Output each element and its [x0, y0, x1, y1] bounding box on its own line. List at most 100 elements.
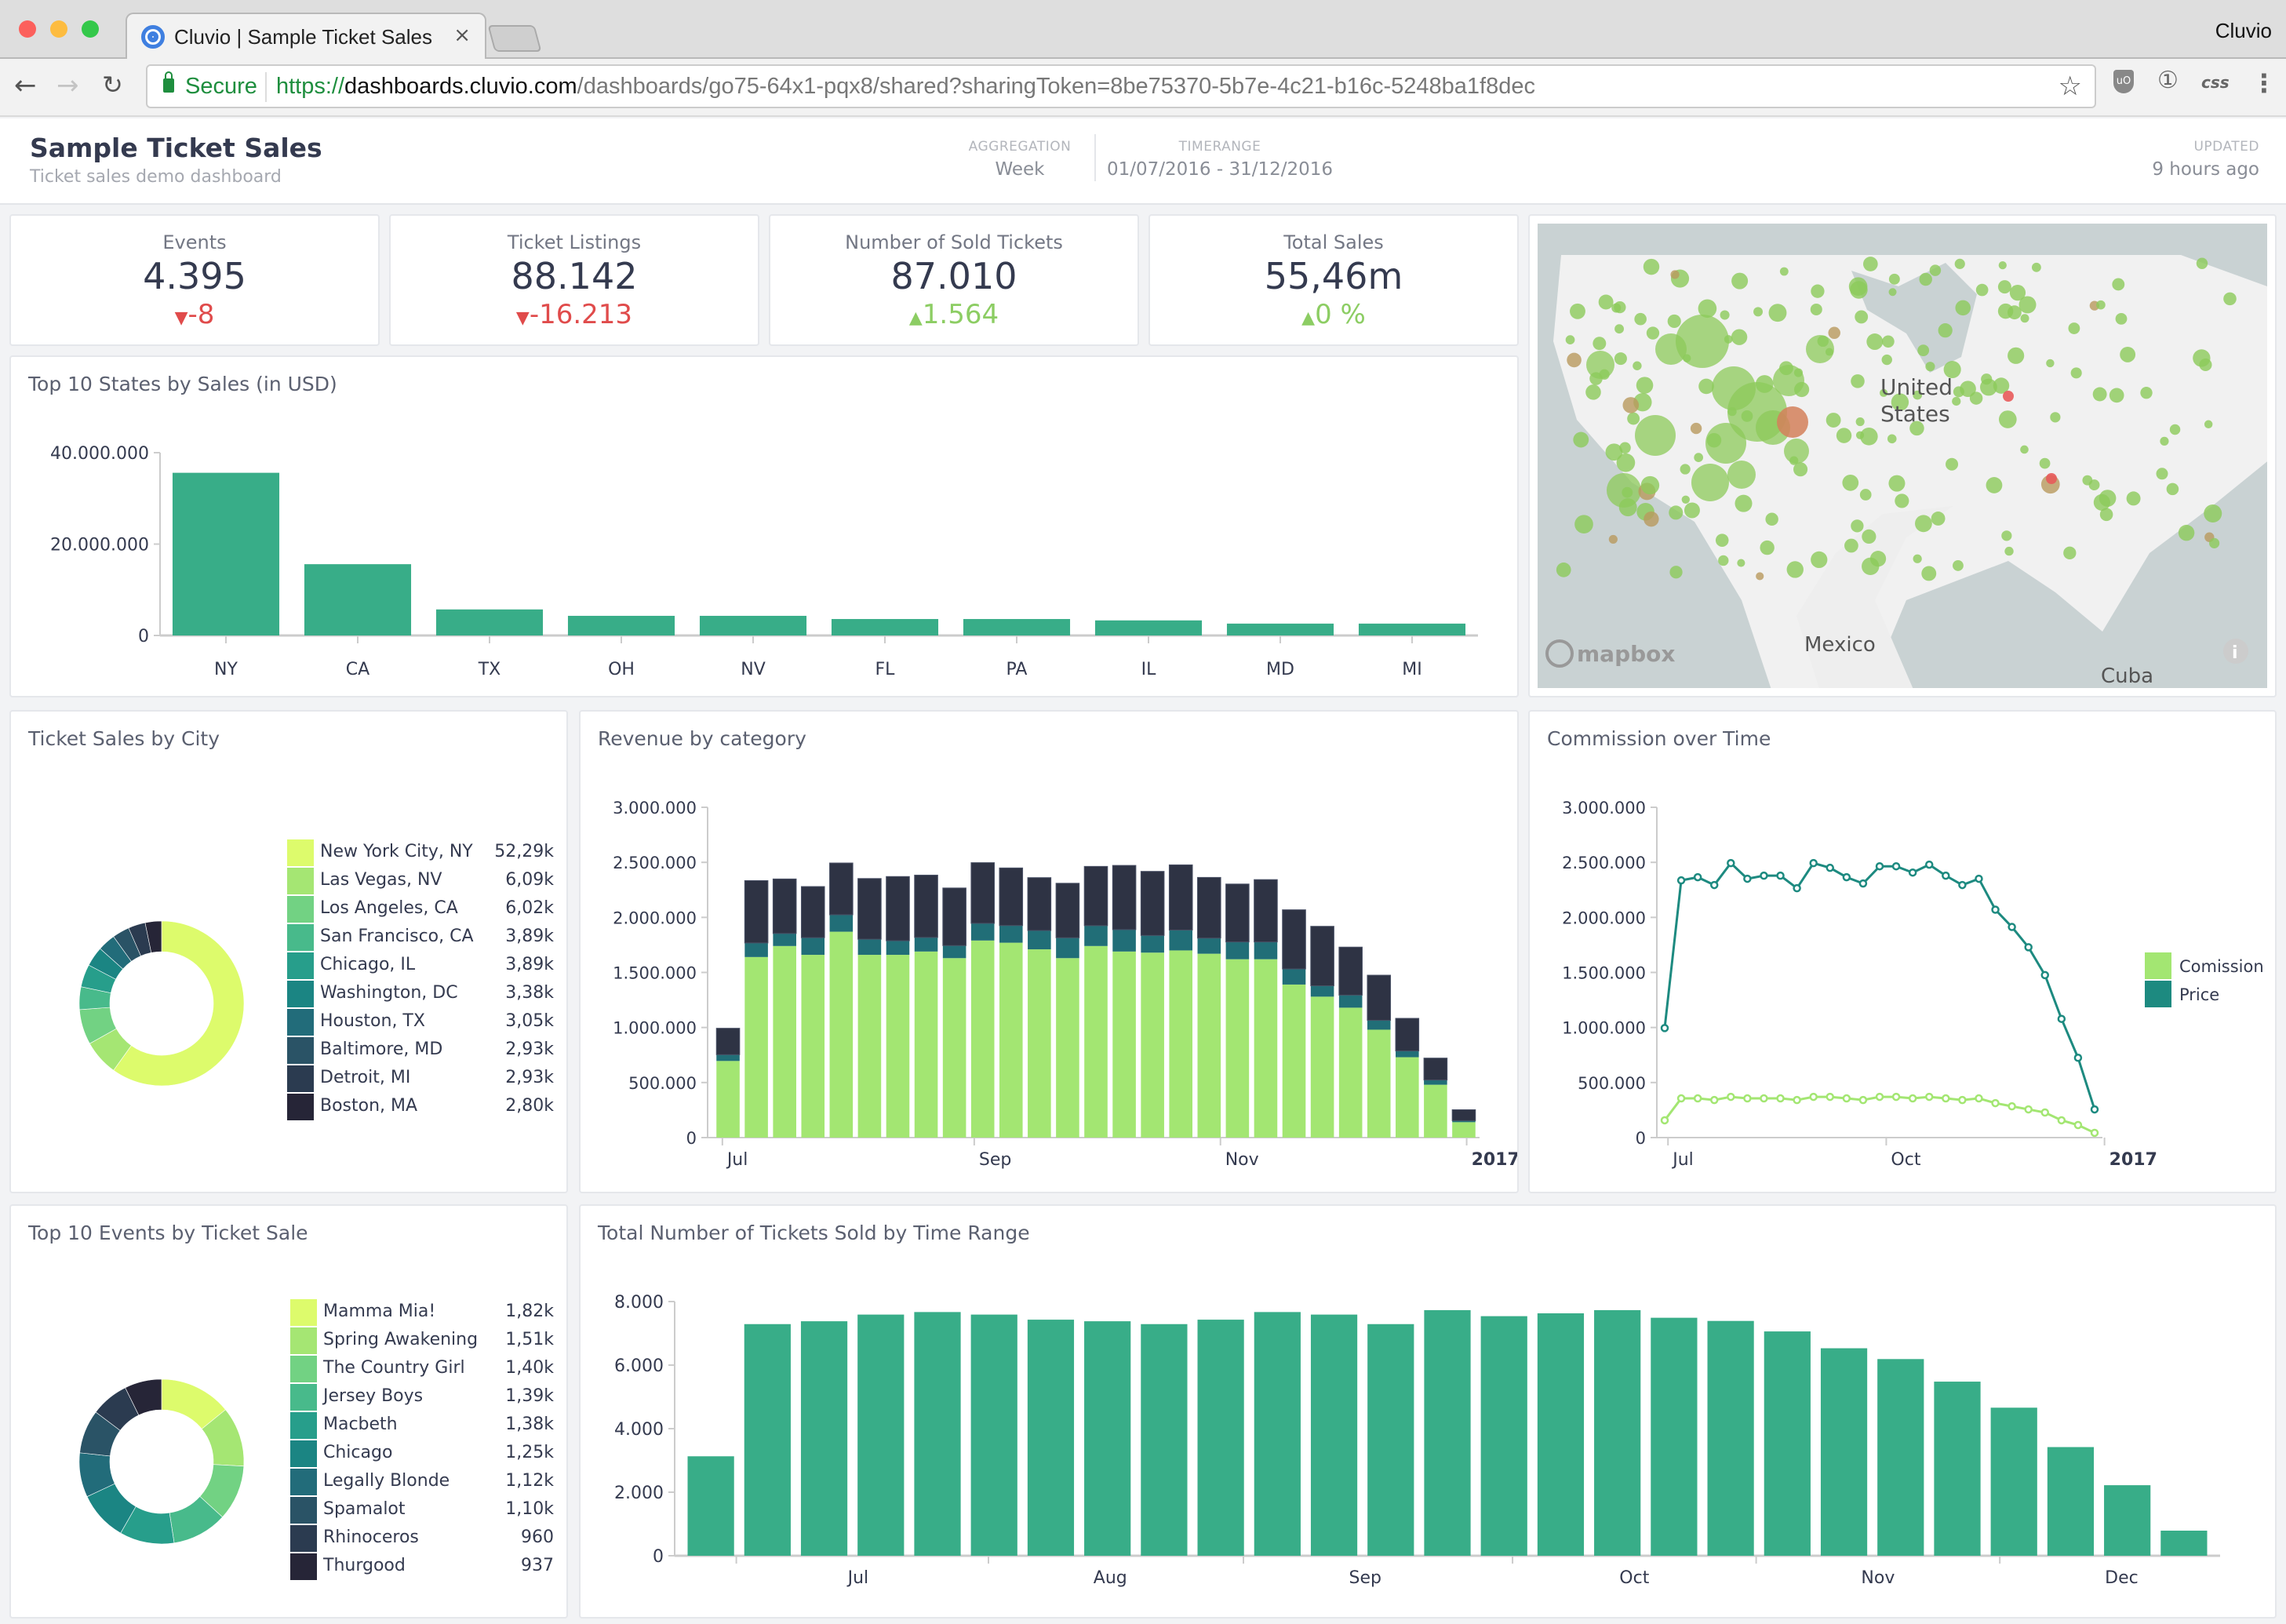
legend-item[interactable]: Chicago 1,25k	[290, 1440, 554, 1468]
revenue-bar-segment	[1112, 951, 1136, 1138]
aggregation-selector[interactable]: AGGREGATION Week	[957, 139, 1083, 180]
x-tick-label: FL	[875, 660, 896, 679]
tickets-bar	[1424, 1309, 1471, 1556]
close-window-button[interactable]	[19, 20, 36, 38]
back-arrow-icon[interactable]: ←	[14, 70, 37, 101]
tickets-bar	[1594, 1309, 1641, 1556]
x-tick-label: Nov	[1861, 1568, 1895, 1588]
legend-item[interactable]: Washington, DC 3,38k	[287, 980, 554, 1008]
minimize-window-button[interactable]	[50, 20, 67, 38]
legend-swatch	[290, 1412, 317, 1439]
sales-map-card[interactable]: United States Mexico Cuba mapbox i	[1528, 214, 2277, 697]
line-point	[2090, 1105, 2099, 1114]
map-bubble	[1882, 335, 1895, 348]
tickets-bar	[800, 1321, 848, 1556]
browser-tab-bar: Cluvio | Sample Ticket Sales × Cluvio	[0, 0, 2286, 60]
timerange-selector[interactable]: TIMERANGE 01/07/2016 - 31/12/2016	[1106, 139, 1334, 180]
legend-item[interactable]: Thurgood 937	[290, 1553, 554, 1581]
legend-swatch	[287, 868, 314, 894]
line-point	[1776, 1094, 1785, 1103]
tickets-bar	[970, 1314, 1017, 1556]
address-bar[interactable]: Secure https://dashboards.cluvio.com/das…	[146, 64, 2096, 108]
profile-name[interactable]: Cluvio	[2215, 19, 2272, 43]
legend-item[interactable]: Baltimore, MD 2,93k	[287, 1036, 554, 1065]
line-point	[1776, 871, 1785, 880]
map-bubble	[1931, 512, 1946, 526]
map-bubble	[2003, 391, 2014, 402]
legend-item[interactable]: Spamalot 1,10k	[290, 1496, 554, 1524]
kpi-card-sold-tickets[interactable]: Number of Sold Tickets 87.010 ▲1.564	[769, 214, 1139, 346]
map-bubble	[2160, 436, 2169, 446]
legend-item[interactable]: Los Angeles, CA 6,02k	[287, 895, 554, 923]
browser-menu-icon[interactable]: ⋮	[2251, 68, 2277, 98]
dashboard-title: Sample Ticket Sales	[30, 133, 322, 163]
revenue-bar-segment	[1141, 952, 1164, 1138]
sales-map[interactable]: United States Mexico Cuba mapbox i	[1538, 224, 2267, 688]
map-bubble	[1655, 333, 1687, 365]
onepassword-extension-icon[interactable]: ①	[2157, 67, 2179, 94]
forward-arrow-icon[interactable]: →	[56, 70, 79, 101]
reload-icon[interactable]: ↻	[102, 70, 123, 100]
legend-item[interactable]: Las Vegas, NV 6,09k	[287, 867, 554, 895]
map-bubble	[1627, 412, 1640, 425]
map-bubble	[2020, 445, 2029, 454]
kpi-delta-value: -16.213	[529, 299, 633, 330]
legend-item[interactable]: New York City, NY 52,29k	[287, 839, 554, 867]
legend-label: Comission	[2179, 957, 2264, 976]
map-bubble	[2169, 424, 2181, 435]
revenue-bar-segment	[1112, 865, 1137, 930]
css-extension-icon[interactable]: css	[2201, 73, 2230, 92]
legend-swatch	[290, 1497, 317, 1524]
legend-item[interactable]: Boston, MA 2,80k	[287, 1093, 554, 1121]
legend-item[interactable]: San Francisco, CA 3,89k	[287, 923, 554, 952]
maximize-window-button[interactable]	[82, 20, 99, 38]
x-tick-label: MD	[1266, 660, 1294, 679]
legend-item[interactable]: Houston, TX 3,05k	[287, 1008, 554, 1036]
map-canvas[interactable]: United States Mexico Cuba mapbox i	[1538, 224, 2267, 688]
mapbox-attribution[interactable]: mapbox	[1577, 641, 1675, 667]
ublock-extension-icon[interactable]: uO	[2113, 70, 2134, 93]
kpi-card-ticket-listings[interactable]: Ticket Listings 88.142 ▼-16.213	[389, 214, 759, 346]
map-bubble	[1997, 303, 2014, 319]
map-bubble	[1954, 258, 1965, 269]
x-tick-label: Oct	[1619, 1568, 1649, 1588]
legend-value: 2,80k	[505, 1096, 554, 1116]
new-tab-button[interactable]	[487, 25, 542, 52]
bookmark-star-icon[interactable]: ☆	[2058, 71, 2082, 102]
y-tick-label: 1.500.000	[613, 964, 697, 983]
legend-item[interactable]: Legally Blonde 1,12k	[290, 1468, 554, 1496]
secure-label: Secure	[185, 74, 257, 99]
map-bubble	[1618, 498, 1637, 517]
revenue-bar-segment	[1028, 930, 1051, 950]
legend-item[interactable]: Detroit, MI 2,93k	[287, 1065, 554, 1093]
revenue-bar-segment	[1083, 865, 1108, 927]
revenue-bar-segment	[1112, 929, 1136, 952]
map-bubble	[2004, 546, 2014, 556]
bar-md	[1226, 623, 1334, 635]
close-tab-icon[interactable]: ×	[453, 24, 471, 47]
commission-card: Commission over Time 0 500.000 1.000.000 1.…	[1528, 710, 2277, 1193]
kpi-card-total-sales[interactable]: Total Sales 55,46m ▲0 %	[1148, 214, 1519, 346]
browser-tab-active[interactable]: Cluvio | Sample Ticket Sales ×	[126, 13, 486, 60]
map-bubble	[2166, 482, 2179, 496]
legend-swatch	[287, 924, 314, 951]
line-point	[1908, 868, 1917, 877]
revenue-bar-segment	[886, 955, 910, 1138]
line-point	[2090, 1128, 2099, 1138]
kpi-card-events[interactable]: Events 4.395 ▼-8	[9, 214, 380, 346]
revenue-bar-segment	[1056, 938, 1079, 959]
tickets-bar	[1764, 1331, 1811, 1556]
tickets-bar	[1877, 1359, 1924, 1556]
legend-item[interactable]: Spring Awakening 1,51k	[290, 1327, 554, 1355]
dashboard-header: Sample Ticket Sales Ticket sales demo da…	[0, 118, 2286, 205]
legend-item[interactable]: Rhinoceros 960	[290, 1524, 554, 1553]
legend-item[interactable]: Mamma Mia! 1,82k	[290, 1298, 554, 1327]
map-bubble	[1670, 270, 1680, 279]
x-tick-label: Sep	[979, 1150, 1011, 1170]
url-text[interactable]: https://dashboards.cluvio.com/dashboards…	[276, 74, 1535, 100]
legend-item[interactable]: Macbeth 1,38k	[290, 1411, 554, 1440]
map-bubble	[1811, 551, 1828, 569]
legend-item[interactable]: The Country Girl 1,40k	[290, 1355, 554, 1383]
legend-item[interactable]: Chicago, IL 3,89k	[287, 952, 554, 980]
legend-item[interactable]: Jersey Boys 1,39k	[290, 1383, 554, 1411]
